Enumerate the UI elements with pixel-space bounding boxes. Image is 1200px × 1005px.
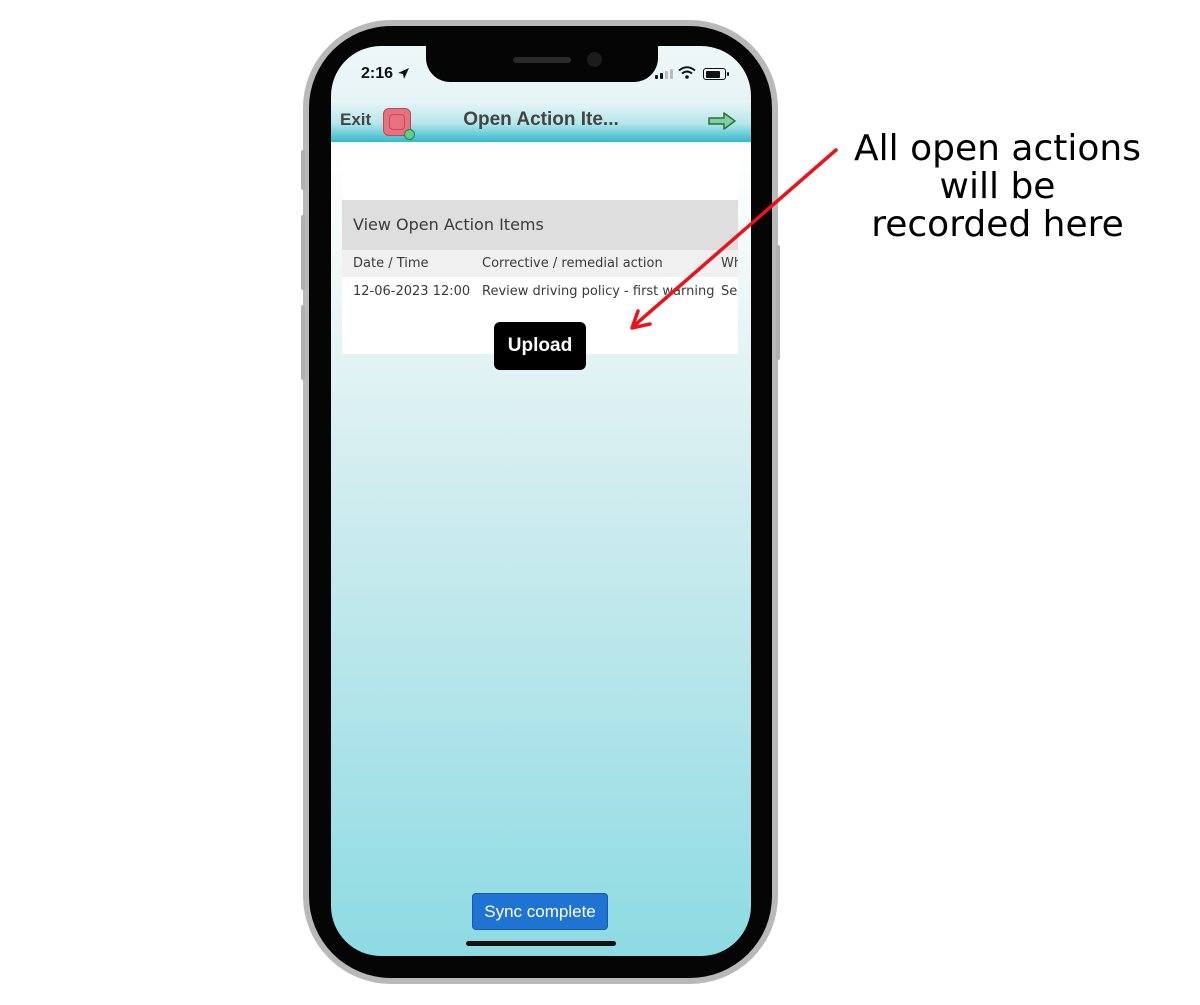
annotation-line: recorded here (871, 204, 1124, 245)
sync-complete-button[interactable]: Sync complete (472, 893, 608, 930)
phone-screen: 2:16 Exit Open Action Ite... View Open A… (331, 46, 751, 956)
cellular-signal-icon (655, 69, 673, 79)
app-logo-icon (383, 108, 415, 140)
phone-volume-up (301, 215, 305, 290)
table-header: Date / Time Corrective / remedial action… (342, 250, 738, 277)
cell-who: Se (721, 284, 738, 299)
sync-status-icon (404, 129, 415, 140)
cell-date: 12-06-2023 12:00 (353, 284, 471, 299)
annotation-line: will be (939, 166, 1056, 207)
home-indicator (466, 941, 616, 946)
camera (587, 52, 602, 67)
status-time: 2:16 (361, 65, 394, 82)
exit-button[interactable]: Exit (340, 110, 371, 130)
app-header: Exit Open Action Ite... (331, 100, 751, 142)
column-header-action: Corrective / remedial action (482, 256, 663, 271)
column-header-date: Date / Time (353, 256, 429, 271)
annotation-line: All open actions (854, 128, 1141, 169)
column-header-who: Wh (721, 256, 738, 271)
phone-power-button (776, 245, 780, 360)
phone-mute-switch (301, 150, 305, 190)
cell-action: Review driving policy - first warning (482, 284, 715, 299)
table-row[interactable]: 12-06-2023 12:00 Review driving policy -… (342, 277, 738, 307)
location-arrow-icon (398, 68, 409, 79)
section-title: View Open Action Items (342, 200, 738, 250)
battery-icon (703, 68, 729, 80)
speaker (513, 57, 571, 63)
annotation-text: All open actions will be recorded here (840, 130, 1155, 244)
notch (426, 46, 658, 82)
forward-arrow-icon[interactable] (707, 110, 737, 132)
page-title: Open Action Ite... (463, 109, 619, 130)
phone-volume-down (301, 305, 305, 380)
upload-button[interactable]: Upload (494, 322, 586, 370)
wifi-icon (678, 66, 696, 79)
